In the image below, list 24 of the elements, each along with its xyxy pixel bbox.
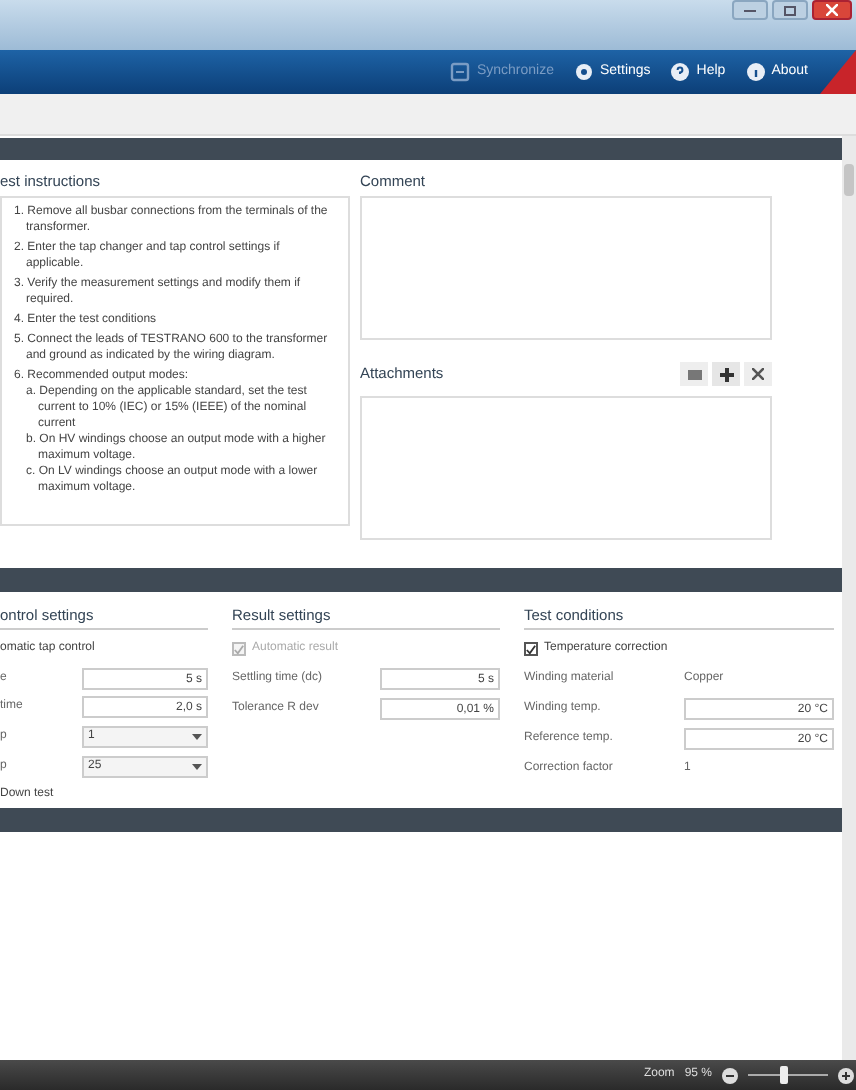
zoom-slider[interactable] (748, 1066, 828, 1084)
help-icon (670, 62, 691, 82)
close-icon (826, 4, 838, 16)
sync-icon (450, 62, 471, 82)
corner-logo-icon (820, 50, 856, 94)
zoom-in-icon[interactable] (838, 1067, 854, 1083)
close-button[interactable] (744, 362, 772, 386)
folder-icon (687, 369, 701, 379)
settings-icon (574, 62, 594, 82)
comment-field[interactable] (360, 196, 772, 340)
add-button[interactable] (712, 362, 740, 386)
minimize-button[interactable] (732, 0, 768, 20)
checkbox[interactable] (524, 642, 538, 657)
scrollbar[interactable] (842, 136, 856, 1060)
slider-thumb[interactable] (780, 1066, 789, 1084)
info-icon (745, 62, 766, 82)
zoom-out-icon[interactable] (722, 1067, 738, 1083)
caret-icon (192, 733, 202, 740)
caret-icon (192, 763, 202, 770)
close-button[interactable] (812, 0, 852, 20)
folder-button[interactable] (680, 362, 708, 386)
maximize-button[interactable] (772, 0, 808, 20)
close-icon (752, 368, 764, 380)
plus-icon (719, 367, 733, 381)
